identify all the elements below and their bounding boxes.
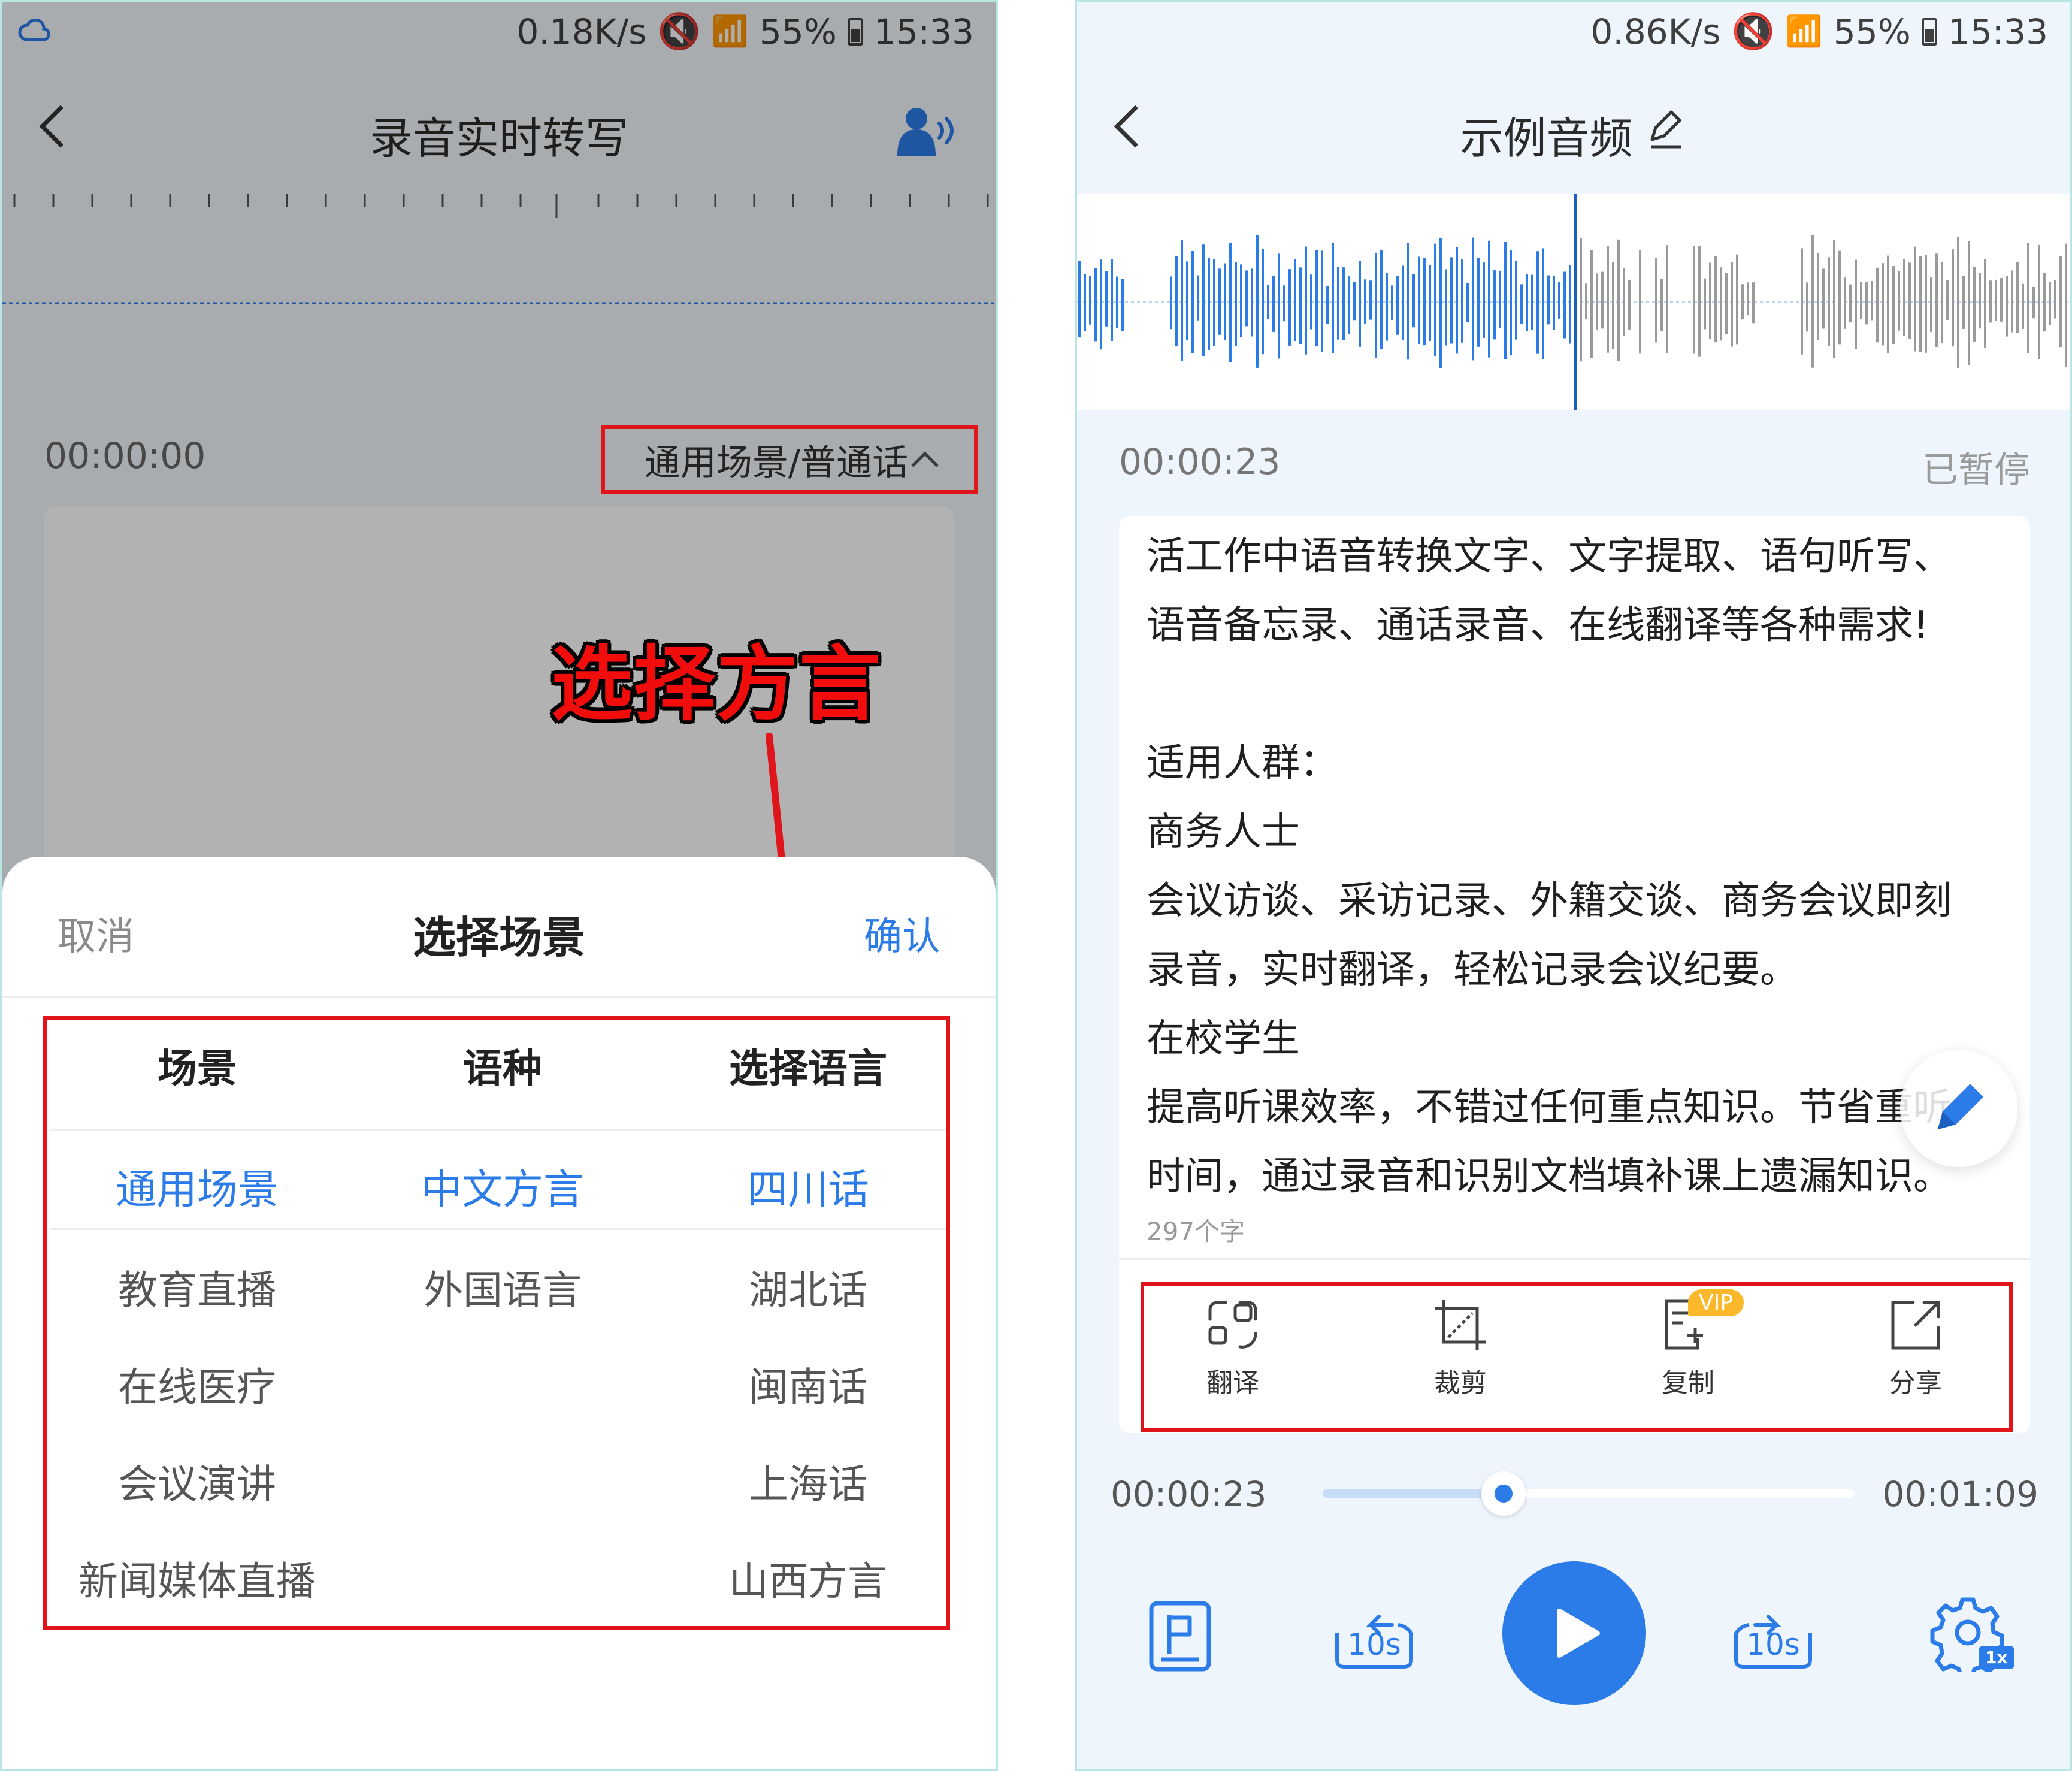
clock: 15:33 — [1947, 11, 2048, 52]
progress-thumb[interactable] — [1481, 1471, 1526, 1516]
callout-label: 选择方言 — [551, 637, 882, 732]
picker-highlight — [43, 1016, 950, 1630]
status-bar: 0.86K/s 🔇 📶 55% 15:33 — [1077, 2, 2070, 68]
char-count: 297个字 — [1147, 1217, 1245, 1246]
audio-title-row: 示例音频 — [1077, 103, 2070, 166]
speed-badge: 1x — [1979, 1646, 2014, 1669]
paused-status: 已暂停 — [1922, 449, 2030, 491]
battery-percent: 55% — [1833, 11, 1911, 52]
total-time: 00:01:09 — [1882, 1474, 2039, 1515]
transcript-line: 会议访谈、采访记录、外籍交谈、商务会议即刻 — [1147, 879, 1952, 923]
transcript-line: 活工作中语音转换文字、文字提取、语句听写、 — [1147, 534, 1952, 579]
nav-bar: 示例音频 — [1077, 68, 2070, 194]
audio-waveform — [1077, 194, 2070, 410]
transcript-line: 录音，实时翻译，轻松记录会议纪要。 — [1147, 948, 1798, 992]
skip-forward-button[interactable]: 10s — [1725, 1597, 1821, 1675]
confirm-button[interactable]: 确认 — [864, 906, 940, 961]
play-button[interactable] — [1502, 1561, 1646, 1705]
waveform-area — [1077, 194, 2070, 410]
edit-transcript-button[interactable] — [1900, 1050, 2017, 1167]
network-speed: 0.86K/s — [1590, 11, 1721, 52]
progress-track[interactable] — [1323, 1471, 1855, 1516]
bookmark-button[interactable] — [1144, 1597, 1216, 1675]
wifi-icon: 📶 — [1785, 14, 1823, 49]
playback-settings-button[interactable]: 1x — [1929, 1594, 2019, 1680]
transcript-line: 提高听课效率，不错过任何重点知识。节省重听 — [1147, 1086, 1952, 1130]
bookmark-flag-icon — [1149, 1601, 1211, 1672]
transcript-line — [1147, 660, 2006, 729]
mute-icon: 🔇 — [1731, 11, 1775, 52]
transcript-text: 活工作中语音转换文字、文字提取、语句听写、 语音备忘录、通话录音、在线翻译等各种… — [1147, 522, 2006, 1211]
sheet-divider — [2, 996, 996, 998]
transcript-line: 语音备忘录、通话录音、在线翻译等各种需求! — [1147, 603, 1929, 648]
transcript-line: 商务人士 — [1147, 810, 1300, 854]
scene-selector-highlight — [601, 425, 978, 494]
right-phone-screen: 0.86K/s 🔇 📶 55% 15:33 示例音频 00:00:23 已暂停 … — [1075, 0, 2072, 1771]
sheet-title: 选择场景 — [412, 912, 585, 963]
skip-back-button[interactable]: 10s — [1326, 1597, 1422, 1675]
left-phone-screen: 0.18K/s 🔇 📶 55% 15:33 录音实时转写 00:00:00 通用… — [0, 0, 998, 1771]
play-icon — [1557, 1609, 1600, 1658]
playback-timer: 00:00:23 — [1119, 441, 1281, 483]
audio-title: 示例音频 — [1460, 113, 1633, 164]
transcript-line: 在校学生 — [1147, 1017, 1300, 1061]
edit-title-icon[interactable] — [1645, 108, 1687, 161]
current-time: 00:00:23 — [1111, 1474, 1267, 1515]
toolbar-highlight — [1141, 1282, 2013, 1432]
skip-back-label: 10s — [1347, 1627, 1401, 1662]
progress-fill — [1323, 1489, 1504, 1498]
battery-icon — [1921, 17, 1937, 46]
pencil-icon — [1938, 1084, 1983, 1129]
transcript-line: 时间，通过录音和识别文档填补课上遗漏知识。 — [1147, 1155, 1952, 1199]
transcript-line: 适用人群： — [1147, 741, 1338, 785]
card-divider — [1119, 1258, 2030, 1260]
skip-forward-label: 10s — [1746, 1627, 1800, 1662]
